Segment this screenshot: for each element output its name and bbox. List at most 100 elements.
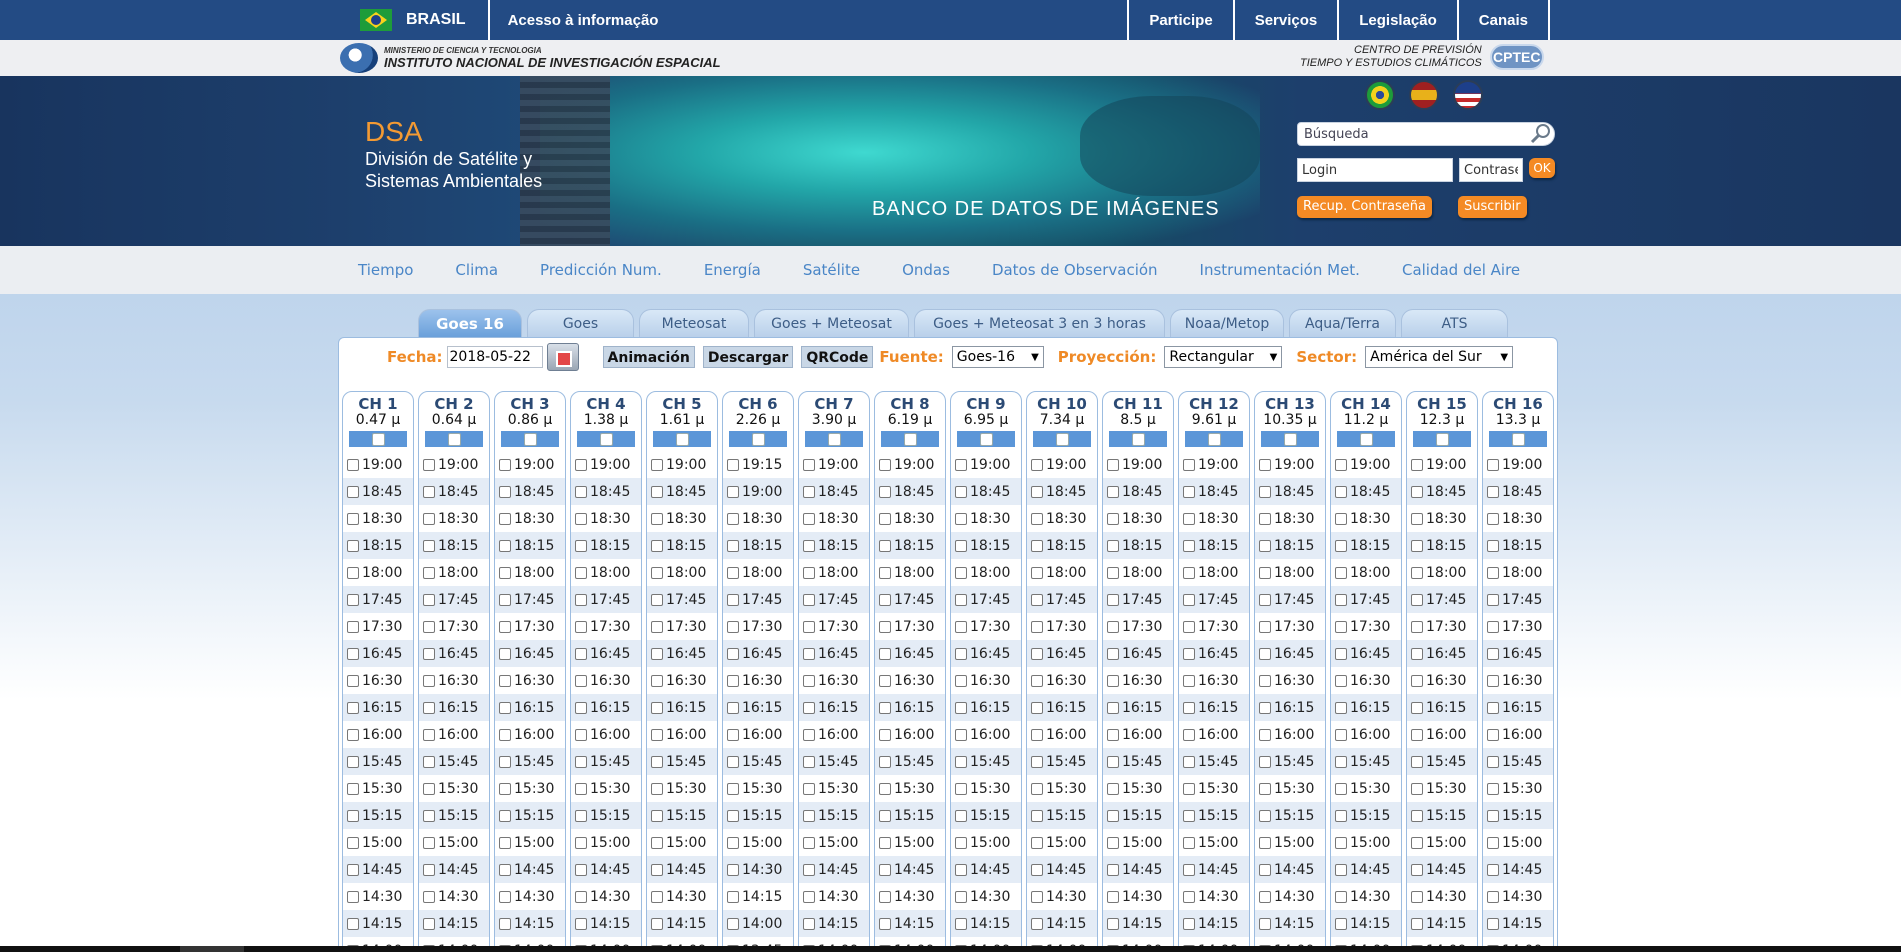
time-checkbox[interactable] bbox=[651, 458, 663, 471]
time-checkbox[interactable] bbox=[1183, 539, 1195, 552]
time-checkbox[interactable] bbox=[651, 863, 663, 876]
time-checkbox[interactable] bbox=[1107, 485, 1119, 498]
time-checkbox[interactable] bbox=[1259, 539, 1271, 552]
time-checkbox[interactable] bbox=[651, 809, 663, 822]
time-checkbox[interactable] bbox=[651, 620, 663, 633]
time-checkbox[interactable] bbox=[1411, 917, 1423, 930]
time-checkbox[interactable] bbox=[1335, 917, 1347, 930]
time-checkbox[interactable] bbox=[727, 458, 739, 471]
time-checkbox[interactable] bbox=[499, 620, 511, 633]
select-all-checkbox[interactable] bbox=[1033, 431, 1091, 447]
time-checkbox[interactable] bbox=[1259, 593, 1271, 606]
time-checkbox[interactable] bbox=[1107, 782, 1119, 795]
time-checkbox[interactable] bbox=[955, 728, 967, 741]
time-checkbox[interactable] bbox=[575, 647, 587, 660]
time-checkbox[interactable] bbox=[879, 539, 891, 552]
time-checkbox[interactable] bbox=[499, 701, 511, 714]
time-checkbox[interactable] bbox=[423, 755, 435, 768]
time-checkbox[interactable] bbox=[955, 458, 967, 471]
time-checkbox[interactable] bbox=[651, 728, 663, 741]
nav-clima[interactable]: Clima bbox=[455, 261, 498, 279]
time-checkbox[interactable] bbox=[879, 674, 891, 687]
time-checkbox[interactable] bbox=[1107, 701, 1119, 714]
select-all-checkbox[interactable] bbox=[1185, 431, 1243, 447]
time-checkbox[interactable] bbox=[1411, 458, 1423, 471]
time-checkbox[interactable] bbox=[955, 701, 967, 714]
time-checkbox[interactable] bbox=[1487, 647, 1499, 660]
select-all-checkbox[interactable] bbox=[1261, 431, 1319, 447]
gov-link-servicos[interactable]: Serviços bbox=[1232, 0, 1338, 40]
time-checkbox[interactable] bbox=[1487, 836, 1499, 849]
time-checkbox[interactable] bbox=[1259, 755, 1271, 768]
time-checkbox[interactable] bbox=[879, 647, 891, 660]
time-checkbox[interactable] bbox=[879, 890, 891, 903]
tab-aqua-terra[interactable]: Aqua/Terra bbox=[1289, 309, 1396, 337]
time-checkbox[interactable] bbox=[727, 755, 739, 768]
time-checkbox[interactable] bbox=[651, 701, 663, 714]
time-checkbox[interactable] bbox=[1335, 728, 1347, 741]
time-checkbox[interactable] bbox=[1411, 701, 1423, 714]
tab-noaa-metop[interactable]: Noaa/Metop bbox=[1170, 309, 1284, 337]
time-checkbox[interactable] bbox=[347, 782, 359, 795]
time-checkbox[interactable] bbox=[1031, 485, 1043, 498]
time-checkbox[interactable] bbox=[879, 485, 891, 498]
time-checkbox[interactable] bbox=[1031, 458, 1043, 471]
time-checkbox[interactable] bbox=[955, 836, 967, 849]
subscribe-button[interactable]: Suscribir bbox=[1458, 196, 1527, 218]
time-checkbox[interactable] bbox=[1411, 863, 1423, 876]
time-checkbox[interactable] bbox=[347, 755, 359, 768]
time-checkbox[interactable] bbox=[803, 458, 815, 471]
time-checkbox[interactable] bbox=[347, 836, 359, 849]
time-checkbox[interactable] bbox=[1487, 674, 1499, 687]
select-all-checkbox[interactable] bbox=[349, 431, 407, 447]
time-checkbox[interactable] bbox=[727, 701, 739, 714]
time-checkbox[interactable] bbox=[347, 485, 359, 498]
time-checkbox[interactable] bbox=[1031, 755, 1043, 768]
time-checkbox[interactable] bbox=[1487, 566, 1499, 579]
time-checkbox[interactable] bbox=[1259, 566, 1271, 579]
time-checkbox[interactable] bbox=[1183, 647, 1195, 660]
nav-ondas[interactable]: Ondas bbox=[902, 261, 950, 279]
time-checkbox[interactable] bbox=[1031, 836, 1043, 849]
time-checkbox[interactable] bbox=[423, 620, 435, 633]
time-checkbox[interactable] bbox=[651, 485, 663, 498]
time-checkbox[interactable] bbox=[651, 539, 663, 552]
time-checkbox[interactable] bbox=[1107, 890, 1119, 903]
horizontal-scrollbar[interactable] bbox=[0, 946, 1901, 952]
time-checkbox[interactable] bbox=[575, 566, 587, 579]
gov-link-participe[interactable]: Participe bbox=[1127, 0, 1232, 40]
time-checkbox[interactable] bbox=[879, 593, 891, 606]
time-checkbox[interactable] bbox=[955, 809, 967, 822]
gov-link-canais[interactable]: Canais bbox=[1456, 0, 1550, 40]
time-checkbox[interactable] bbox=[803, 539, 815, 552]
time-checkbox[interactable] bbox=[347, 566, 359, 579]
time-checkbox[interactable] bbox=[1487, 890, 1499, 903]
time-checkbox[interactable] bbox=[1031, 809, 1043, 822]
time-checkbox[interactable] bbox=[1335, 566, 1347, 579]
time-checkbox[interactable] bbox=[575, 539, 587, 552]
time-checkbox[interactable] bbox=[727, 620, 739, 633]
time-checkbox[interactable] bbox=[1107, 458, 1119, 471]
fuente-select[interactable]: Goes-16 ▼ bbox=[951, 346, 1044, 368]
time-checkbox[interactable] bbox=[347, 701, 359, 714]
time-checkbox[interactable] bbox=[1183, 890, 1195, 903]
time-checkbox[interactable] bbox=[1031, 782, 1043, 795]
time-checkbox[interactable] bbox=[1031, 647, 1043, 660]
time-checkbox[interactable] bbox=[423, 917, 435, 930]
time-checkbox[interactable] bbox=[1259, 890, 1271, 903]
nav-energia[interactable]: Energía bbox=[704, 261, 761, 279]
time-checkbox[interactable] bbox=[727, 890, 739, 903]
time-checkbox[interactable] bbox=[1183, 755, 1195, 768]
time-checkbox[interactable] bbox=[803, 890, 815, 903]
time-checkbox[interactable] bbox=[575, 512, 587, 525]
nav-datos-observacion[interactable]: Datos de Observación bbox=[992, 261, 1158, 279]
time-checkbox[interactable] bbox=[1411, 755, 1423, 768]
tab-ats[interactable]: ATS bbox=[1401, 309, 1508, 337]
time-checkbox[interactable] bbox=[1183, 512, 1195, 525]
time-checkbox[interactable] bbox=[651, 647, 663, 660]
time-checkbox[interactable] bbox=[651, 512, 663, 525]
time-checkbox[interactable] bbox=[1107, 863, 1119, 876]
time-checkbox[interactable] bbox=[651, 593, 663, 606]
time-checkbox[interactable] bbox=[1031, 728, 1043, 741]
time-checkbox[interactable] bbox=[1183, 566, 1195, 579]
